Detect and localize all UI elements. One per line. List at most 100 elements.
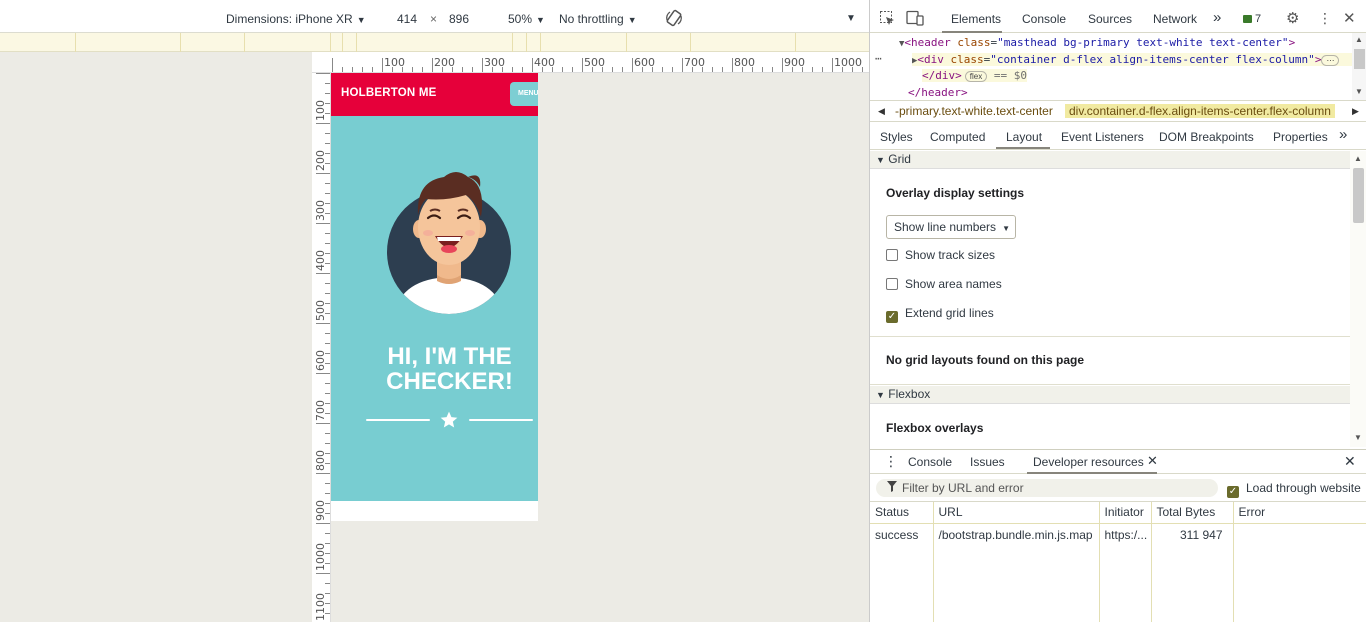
table-row[interactable]: success /bootstrap.bundle.min.js.map htt… bbox=[870, 523, 1366, 622]
column-header-url[interactable]: URL bbox=[933, 502, 1100, 524]
drawer-menu-icon[interactable]: ⋮ bbox=[884, 453, 898, 470]
scroll-up-icon[interactable]: ▲ bbox=[1354, 154, 1362, 163]
tab-layout[interactable]: Layout bbox=[1006, 130, 1042, 144]
column-header-total-bytes[interactable]: Total Bytes bbox=[1151, 502, 1234, 524]
drawer-tab-console[interactable]: Console bbox=[908, 455, 952, 469]
dom-node-header[interactable]: ▼<header class="masthead bg-primary text… bbox=[899, 36, 1295, 49]
ruler-tick bbox=[325, 253, 330, 254]
line-numbers-select-value: Show line numbers bbox=[894, 220, 997, 234]
ruler-tick bbox=[316, 73, 330, 74]
grid-section-header[interactable]: ▼ Grid bbox=[870, 151, 1350, 169]
dom-node-div-close[interactable]: </div> flex == $0 bbox=[922, 69, 1027, 82]
horizontal-ruler: 100 200 300 400 500 600 700 800 900 1000 bbox=[312, 52, 869, 73]
issues-icon bbox=[1243, 15, 1252, 23]
selected-ref: == $0 bbox=[993, 69, 1027, 82]
checkbox-unchecked[interactable] bbox=[886, 278, 898, 290]
tab-network[interactable]: Network bbox=[1153, 12, 1197, 26]
throttling-select[interactable]: No throttling ▼ bbox=[559, 12, 637, 26]
ruler-tick bbox=[342, 67, 343, 72]
breadcrumb-right-icon[interactable]: ▶ bbox=[1352, 106, 1359, 117]
close-devtools-icon[interactable]: ✕ bbox=[1343, 9, 1356, 27]
dom-scrollbar[interactable]: ▲ ▼ bbox=[1352, 33, 1366, 100]
filter-input[interactable]: Filter by URL and error bbox=[876, 479, 1218, 497]
device-screen[interactable]: HOLBERTON ME MENU HI, I'M THE CHECKER! bbox=[331, 73, 538, 521]
width-input[interactable]: 414 bbox=[397, 12, 417, 26]
checkbox-unchecked[interactable] bbox=[886, 249, 898, 261]
more-options-icon[interactable]: ▼ bbox=[846, 13, 856, 24]
show-track-sizes-checkbox[interactable]: Show track sizes bbox=[886, 248, 995, 262]
attr-value: "masthead bg-primary text-white text-cen… bbox=[997, 36, 1289, 49]
scrollbar-thumb[interactable] bbox=[1354, 49, 1365, 69]
tab-elements[interactable]: Elements bbox=[951, 12, 1001, 26]
close-drawer-icon[interactable]: ✕ bbox=[1344, 453, 1356, 470]
dom-node-div-selected[interactable]: ▶<div class="container d-flex align-item… bbox=[912, 53, 1352, 66]
tab-styles[interactable]: Styles bbox=[880, 130, 913, 144]
filter-placeholder: Filter by URL and error bbox=[902, 481, 1024, 495]
no-grid-message: No grid layouts found on this page bbox=[886, 353, 1084, 367]
scroll-down-icon[interactable]: ▼ bbox=[1355, 87, 1363, 96]
kebab-menu-icon[interactable]: ⋮ bbox=[1318, 10, 1332, 27]
close-tab-icon[interactable]: ✕ bbox=[1147, 453, 1158, 469]
ruler-tick bbox=[325, 383, 330, 384]
ruler-tick bbox=[325, 143, 330, 144]
zoom-select[interactable]: 50% ▼ bbox=[508, 12, 545, 26]
tab-computed[interactable]: Computed bbox=[930, 130, 985, 144]
ruler-tick bbox=[316, 573, 330, 574]
scroll-down-icon[interactable]: ▼ bbox=[1354, 433, 1362, 442]
ruler-tick bbox=[472, 67, 473, 72]
ruler-tick bbox=[492, 67, 493, 72]
tab-console[interactable]: Console bbox=[1022, 12, 1066, 26]
ruler-tick bbox=[325, 533, 330, 534]
tab-properties[interactable]: Properties bbox=[1273, 130, 1328, 144]
scroll-up-icon[interactable]: ▲ bbox=[1355, 35, 1363, 44]
tab-sources[interactable]: Sources bbox=[1088, 12, 1132, 26]
inspect-element-icon[interactable] bbox=[879, 10, 895, 29]
layout-pane-scrollbar[interactable]: ▲ ▼ bbox=[1350, 151, 1366, 447]
ruler-tick bbox=[325, 283, 330, 284]
more-tabs-icon[interactable]: » bbox=[1213, 9, 1221, 26]
device-toggle-icon[interactable] bbox=[906, 10, 924, 29]
column-header-error[interactable]: Error bbox=[1233, 502, 1366, 524]
line-numbers-select[interactable]: Show line numbers ▼ bbox=[886, 215, 1016, 239]
tag-name: <div bbox=[917, 53, 944, 66]
cell-initiator: https:/... bbox=[1099, 523, 1152, 622]
checkbox-checked[interactable]: ✓ bbox=[886, 311, 898, 323]
ellipsis-badge[interactable]: ⋯ bbox=[1321, 55, 1340, 66]
ruler-tick bbox=[852, 67, 853, 72]
ruler-tick bbox=[762, 67, 763, 72]
height-input[interactable]: 896 bbox=[449, 12, 469, 26]
gear-icon[interactable]: ⚙ bbox=[1286, 9, 1299, 27]
dom-ellipsis-icon[interactable]: ⋯ bbox=[875, 52, 882, 65]
show-area-names-checkbox[interactable]: Show area names bbox=[886, 277, 1002, 291]
dom-tree[interactable]: ▼<header class="masthead bg-primary text… bbox=[870, 33, 1352, 101]
breadcrumb-item-header[interactable]: -primary.text-white.text-center bbox=[895, 104, 1053, 118]
load-through-website-checkbox[interactable]: ✓ Load through website bbox=[1227, 481, 1361, 498]
flex-badge[interactable]: flex bbox=[964, 71, 988, 82]
breadcrumb-item-div[interactable]: div.container.d-flex.align-items-center.… bbox=[1065, 104, 1335, 118]
ruler-tick bbox=[802, 67, 803, 72]
drawer-tab-issues[interactable]: Issues bbox=[970, 455, 1005, 469]
breadcrumb-left-icon[interactable]: ◀ bbox=[878, 106, 885, 117]
more-subtabs-icon[interactable]: » bbox=[1339, 126, 1347, 143]
site-brand[interactable]: HOLBERTON ME bbox=[341, 87, 436, 99]
caret-down-icon: ▼ bbox=[1002, 224, 1010, 233]
ruler-tick bbox=[316, 373, 330, 374]
menu-button[interactable]: MENU bbox=[510, 82, 538, 106]
ruler-tick bbox=[325, 243, 330, 244]
ruler-tick bbox=[325, 463, 330, 464]
ruler-tick bbox=[512, 67, 513, 72]
tab-event-listeners[interactable]: Event Listeners bbox=[1061, 130, 1144, 144]
column-header-status[interactable]: Status bbox=[870, 502, 934, 524]
checkbox-checked[interactable]: ✓ bbox=[1227, 486, 1239, 498]
dom-node-header-close[interactable]: </header> bbox=[908, 86, 968, 99]
dimensions-select[interactable]: Dimensions: iPhone XR ▼ bbox=[226, 12, 366, 26]
rotate-icon[interactable] bbox=[664, 8, 684, 31]
column-header-initiator[interactable]: Initiator bbox=[1099, 502, 1152, 524]
extend-grid-lines-checkbox[interactable]: ✓ Extend grid lines bbox=[886, 306, 994, 323]
issues-counter[interactable]: 7 bbox=[1243, 13, 1261, 25]
tab-dom-breakpoints[interactable]: DOM Breakpoints bbox=[1159, 130, 1254, 144]
scrollbar-thumb[interactable] bbox=[1353, 168, 1364, 223]
filter-bar: Filter by URL and error ✓ Load through we… bbox=[870, 474, 1366, 502]
drawer-tab-developer-resources[interactable]: Developer resources bbox=[1033, 455, 1144, 469]
flexbox-section-header[interactable]: ▼ Flexbox bbox=[870, 386, 1350, 404]
